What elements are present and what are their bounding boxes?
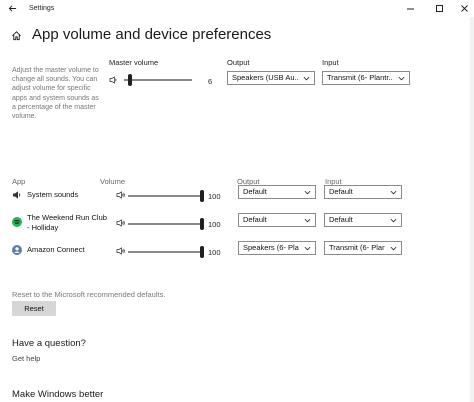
app-input-dropdown[interactable]: Transmit (6- Plant <box>324 241 402 255</box>
app-input-dropdown[interactable]: Default <box>324 185 402 199</box>
master-volume-thumb[interactable] <box>128 74 132 86</box>
back-arrow-icon[interactable] <box>8 4 17 13</box>
app-name: The Weekend Run Club - Holliday <box>27 213 107 232</box>
app-volume-slider[interactable] <box>128 217 204 231</box>
master-output-value: Speakers (USB Au... <box>232 73 298 82</box>
app-volume-thumb[interactable] <box>200 246 204 258</box>
chevron-down-icon <box>304 246 311 251</box>
get-help-link[interactable]: Get help <box>12 354 40 363</box>
master-input-value: Transmit (6- Plantr... <box>327 73 393 82</box>
home-icon[interactable] <box>11 30 22 41</box>
app-output-dropdown[interactable]: Default <box>238 185 316 199</box>
close-icon[interactable] <box>459 3 470 14</box>
master-input-label: Input <box>322 58 339 67</box>
app-volume-value: 100 <box>208 220 221 229</box>
app-row: System sounds 100 Default Default <box>0 185 474 207</box>
chevron-down-icon <box>390 190 397 195</box>
master-volume-track <box>124 79 192 81</box>
master-volume-label: Master volume <box>109 58 159 67</box>
master-volume-value: 6 <box>208 77 213 86</box>
app-input-value: Default <box>329 215 353 224</box>
app-name: Amazon Connect <box>27 245 85 254</box>
reset-button[interactable]: Reset <box>12 301 56 316</box>
app-output-value: Default <box>243 215 267 224</box>
maximize-icon[interactable] <box>434 3 445 14</box>
app-input-value: Transmit (6- Plant <box>329 243 385 252</box>
app-volume-track <box>128 223 204 225</box>
chevron-down-icon <box>390 218 397 223</box>
app-volume-thumb[interactable] <box>200 190 204 202</box>
app-volume-value: 100 <box>208 248 221 257</box>
speaker-icon[interactable] <box>116 219 125 227</box>
page-title: App volume and device preferences <box>32 26 272 43</box>
app-output-value: Default <box>243 187 267 196</box>
master-volume-slider[interactable] <box>124 73 192 87</box>
feedback-heading: Make Windows better <box>12 389 104 400</box>
minimize-icon[interactable] <box>405 3 416 14</box>
app-volume-slider[interactable] <box>128 189 204 203</box>
master-description: Adjust the master volume to change all s… <box>12 67 99 121</box>
window-title: Settings <box>29 5 55 12</box>
app-volume-value: 100 <box>208 192 221 201</box>
chevron-down-icon <box>390 246 397 251</box>
app-output-dropdown[interactable]: Default <box>238 213 316 227</box>
master-output-label: Output <box>227 58 250 67</box>
speaker-icon[interactable] <box>116 247 125 255</box>
master-output-dropdown[interactable]: Speakers (USB Au... <box>227 71 315 85</box>
chevron-down-icon <box>398 76 405 81</box>
app-output-value: Speakers (6- Plan <box>243 243 299 252</box>
app-input-value: Default <box>329 187 353 196</box>
app-volume-track <box>128 195 204 197</box>
speaker-icon <box>13 191 21 199</box>
chevron-down-icon <box>304 218 311 223</box>
title-bar <box>0 0 474 17</box>
app-row: Amazon Connect 100 Speakers (6- Plan Tra… <box>0 241 474 263</box>
app-volume-slider[interactable] <box>128 245 204 259</box>
app-name: System sounds <box>27 190 79 199</box>
chevron-down-icon <box>304 190 311 195</box>
speaker-icon[interactable] <box>109 76 118 84</box>
speaker-icon[interactable] <box>116 191 125 199</box>
help-heading: Have a question? <box>12 338 86 349</box>
master-input-dropdown[interactable]: Transmit (6- Plantr... <box>322 71 410 85</box>
reset-description: Reset to the Microsoft recommended defau… <box>12 290 166 299</box>
app-input-dropdown[interactable]: Default <box>324 213 402 227</box>
app-volume-track <box>128 251 204 253</box>
app-volume-thumb[interactable] <box>200 218 204 230</box>
scrollbar[interactable] <box>470 17 474 402</box>
amazon-connect-icon <box>12 245 22 255</box>
app-output-dropdown[interactable]: Speakers (6- Plan <box>238 241 316 255</box>
chevron-down-icon <box>303 76 310 81</box>
spotify-icon <box>12 217 22 227</box>
app-row: The Weekend Run Club - Holliday 100 Defa… <box>0 213 474 235</box>
